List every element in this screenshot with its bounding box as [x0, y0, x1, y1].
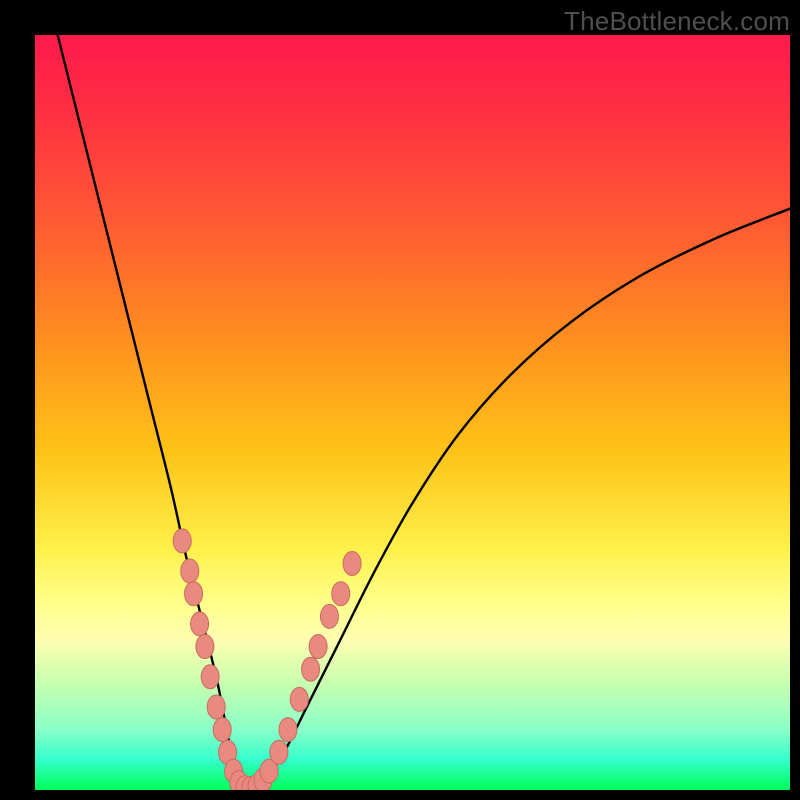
- watermark-text: TheBottleneck.com: [564, 6, 790, 37]
- chart-frame: TheBottleneck.com: [0, 0, 800, 800]
- plot-area: [35, 35, 790, 790]
